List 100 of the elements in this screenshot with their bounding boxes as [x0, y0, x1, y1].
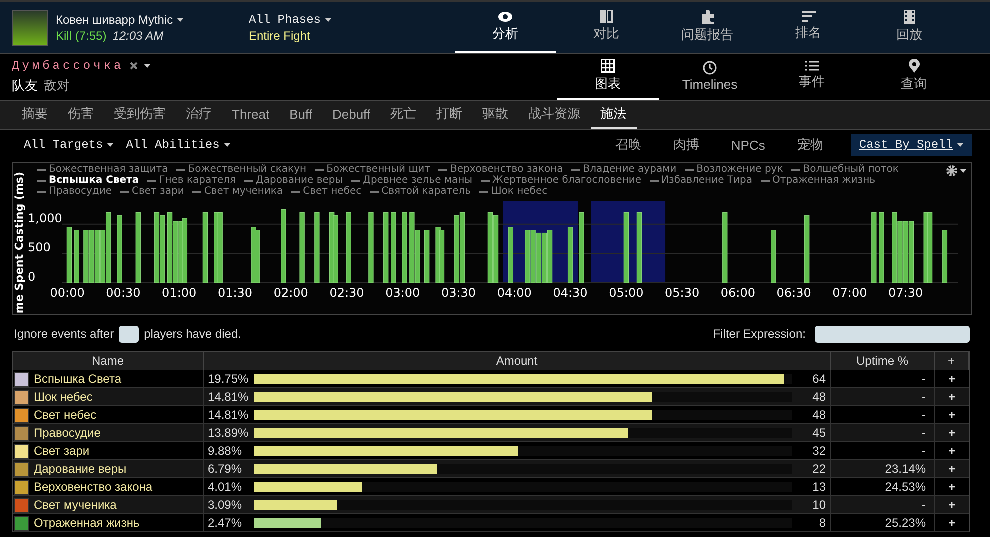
- tab[interactable]: Threat: [222, 101, 280, 129]
- nav-tab[interactable]: 分析: [455, 2, 556, 53]
- x-tick-label: 03:30: [441, 286, 476, 300]
- column-header[interactable]: Amount: [204, 352, 831, 370]
- count-cell-text: 48: [812, 408, 827, 422]
- x-tick-label: 06:00: [720, 286, 756, 300]
- column-header[interactable]: Uptime %: [831, 352, 935, 370]
- legend-item[interactable]: Правосудие: [37, 186, 112, 197]
- expand-button[interactable]: +: [935, 514, 969, 532]
- x-tick-label: 07:00: [832, 286, 868, 300]
- x-tick-label: 01:00: [162, 286, 197, 300]
- abilities-dropdown[interactable]: All Abilities: [126, 138, 231, 152]
- x-tick-label: 02:30: [330, 286, 364, 300]
- count-cell-text: 13: [812, 480, 827, 494]
- nav-tab[interactable]: 排名: [758, 2, 859, 53]
- player-name: Думбассочка: [12, 59, 124, 73]
- uptime-cell: 25.23%: [831, 514, 935, 532]
- legend-item[interactable]: Свет небес: [291, 186, 362, 197]
- y-tick-label: 0: [28, 270, 36, 284]
- ignore-label: Ignore events after: [14, 327, 114, 341]
- expand-button[interactable]: +: [935, 370, 969, 388]
- group-filter[interactable]: NPCs: [721, 138, 776, 152]
- group-filter[interactable]: 宠物: [787, 136, 834, 154]
- phase-value: Entire Fight: [249, 28, 312, 42]
- percent-cell-text: 4.01%: [208, 480, 244, 494]
- y-axis-label: me Spent Casting (ms): [13, 171, 26, 314]
- tab[interactable]: Debuff: [322, 101, 381, 129]
- view-tab[interactable]: 事件: [761, 54, 863, 100]
- legend-item[interactable]: Жертвенное благословение: [480, 175, 642, 186]
- percent-cell-text: 19.75%: [208, 372, 250, 386]
- legend-item[interactable]: Шок небес: [479, 186, 548, 197]
- tab[interactable]: 受到伤害: [104, 101, 176, 129]
- y-tick-label: 500: [28, 240, 51, 255]
- kill-result: Kill (7:55): [56, 28, 107, 42]
- tab[interactable]: 治疗: [176, 101, 222, 129]
- legend-item[interactable]: Свет зари: [120, 186, 184, 197]
- tab[interactable]: Buff: [280, 101, 322, 129]
- view-tab[interactable]: 查询: [863, 54, 965, 100]
- legend-item[interactable]: Владение аурами: [571, 164, 677, 175]
- legend-item[interactable]: Дарование веры: [244, 175, 344, 186]
- x-tick-label: 06:30: [776, 286, 812, 300]
- group-filter[interactable]: 肉搏: [663, 136, 710, 154]
- x-tick-label: 03:00: [386, 286, 420, 300]
- count-cell-text: 10: [812, 498, 827, 512]
- legend-item[interactable]: Волшебный поток: [791, 164, 899, 175]
- filter-label: Filter Expression:: [713, 327, 806, 341]
- nav-tab[interactable]: 问题报告: [657, 2, 758, 53]
- y-tick-label: 1,000: [28, 211, 62, 226]
- tab[interactable]: 战斗资源: [518, 101, 591, 129]
- legend-item[interactable]: Отраженная жизнь: [760, 175, 876, 186]
- legend-item[interactable]: Вспышка Света: [37, 175, 140, 186]
- tab[interactable]: 伤害: [58, 101, 104, 129]
- expand-button[interactable]: +: [935, 388, 969, 406]
- percent-cell-text: 14.81%: [208, 390, 250, 404]
- mode-dropdown[interactable]: Cast By Spell: [851, 134, 972, 156]
- spell-name[interactable]: Отраженная жизнь: [13, 514, 204, 532]
- phase-dropdown[interactable]: All Phases: [249, 12, 455, 26]
- tab[interactable]: 驱散: [472, 101, 519, 129]
- legend-item[interactable]: Божественный щит: [314, 164, 430, 175]
- nav-tab[interactable]: 回放: [859, 2, 960, 53]
- percent-cell-text: 6.79%: [208, 462, 244, 476]
- tab[interactable]: 施法: [590, 101, 637, 129]
- x-tick-label: 04:30: [553, 286, 588, 300]
- expand-button[interactable]: +: [935, 424, 969, 442]
- legend-item[interactable]: Божественный скакун: [176, 164, 307, 175]
- player-filter[interactable]: 队友: [12, 77, 38, 95]
- percent-cell-text: 9.88%: [208, 444, 244, 458]
- count-cell-text: 22: [812, 462, 827, 476]
- x-tick-label: 05:00: [609, 286, 644, 300]
- legend-item[interactable]: Древнее зелье маны: [351, 175, 473, 186]
- legend-item[interactable]: Возложение рук: [684, 164, 784, 175]
- tab[interactable]: 摘要: [12, 101, 58, 129]
- legend-item[interactable]: Гнев карателя: [147, 175, 236, 186]
- targets-dropdown[interactable]: All Targets: [24, 138, 114, 152]
- legend-item[interactable]: Святой каратель: [370, 186, 472, 197]
- player-filter[interactable]: 敌对: [44, 77, 70, 95]
- expand-button[interactable]: +: [935, 442, 969, 460]
- add-column-button[interactable]: +: [935, 352, 969, 370]
- encounter-dropdown[interactable]: Ковен шиварр Mythic: [56, 12, 221, 26]
- expand-button[interactable]: +: [935, 460, 969, 478]
- group-filter[interactable]: 召唤: [605, 136, 652, 154]
- x-tick-label: 07:30: [888, 286, 924, 300]
- expand-button[interactable]: +: [935, 478, 969, 496]
- expand-button[interactable]: +: [935, 406, 969, 424]
- expand-button[interactable]: +: [935, 496, 969, 514]
- legend-item[interactable]: Свет мученика: [192, 186, 284, 197]
- view-tab[interactable]: Timelines: [659, 54, 761, 100]
- percent-cell-text: 14.81%: [208, 408, 250, 422]
- legend-item[interactable]: Избавление Тира: [650, 175, 753, 186]
- count-cell-text: 45: [812, 426, 827, 440]
- x-tick-label: 04:00: [497, 286, 532, 300]
- nav-tab[interactable]: 对比: [556, 2, 657, 53]
- column-header[interactable]: Name: [13, 352, 204, 370]
- fight-time: 12:03 AM: [112, 28, 164, 42]
- legend-item[interactable]: Божественная защита: [37, 164, 168, 175]
- tab[interactable]: 打断: [426, 101, 473, 129]
- legend-item[interactable]: Верховенство закона: [438, 164, 564, 175]
- count-cell-text: 64: [812, 372, 827, 386]
- tab[interactable]: 死亡: [380, 101, 427, 129]
- x-tick-label: 02:00: [274, 286, 308, 300]
